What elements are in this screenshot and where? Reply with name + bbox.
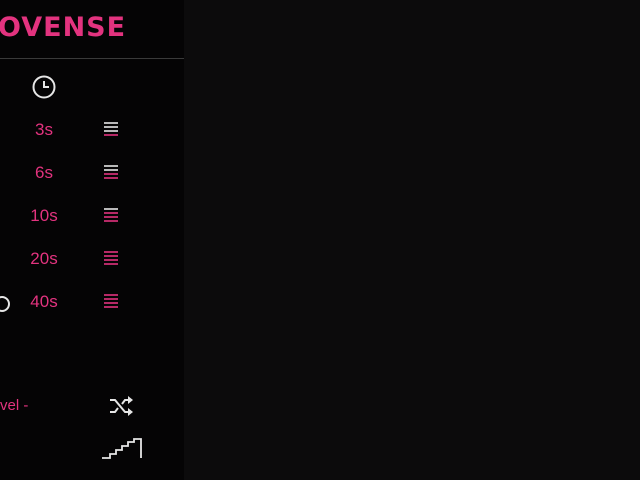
level-label: vel -: [0, 397, 29, 414]
clock-icon: [32, 75, 56, 99]
duration-option-10s[interactable]: 10s: [24, 206, 64, 226]
app-logo: OVENSE: [0, 12, 127, 43]
list-icon[interactable]: [103, 164, 119, 180]
header-divider: [0, 58, 184, 59]
shuffle-icon[interactable]: [108, 393, 134, 419]
list-icon[interactable]: [103, 250, 119, 266]
selected-indicator-icon: [0, 296, 10, 312]
duration-option-40s[interactable]: 40s: [24, 292, 64, 312]
stairs-icon[interactable]: [101, 438, 143, 460]
duration-option-3s[interactable]: 3s: [24, 120, 64, 140]
sidebar-panel: OVENSE 3s 6s 10s 20s 40s vel -: [0, 0, 184, 480]
duration-option-20s[interactable]: 20s: [24, 249, 64, 269]
duration-option-6s[interactable]: 6s: [24, 163, 64, 183]
list-icon[interactable]: [103, 293, 119, 309]
list-icon[interactable]: [103, 121, 119, 137]
list-icon[interactable]: [103, 207, 119, 223]
main-content-area: [184, 0, 640, 480]
